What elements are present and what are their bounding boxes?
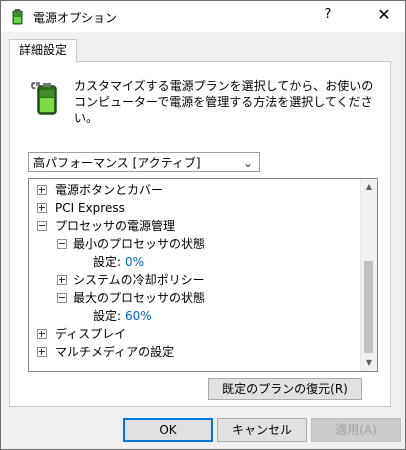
apply-button[interactable]: 適用(A) bbox=[311, 418, 401, 442]
collapse-icon[interactable] bbox=[57, 239, 67, 249]
collapse-icon[interactable] bbox=[37, 221, 47, 231]
restore-defaults-button[interactable]: 既定のプランの復元(R) bbox=[208, 378, 362, 400]
collapse-icon[interactable] bbox=[57, 293, 67, 303]
window-title: 電源オプション bbox=[33, 11, 118, 25]
power-plan-select[interactable]: 高パフォーマンス [アクティブ] ⌄ bbox=[28, 152, 260, 172]
setting-label: 設定: bbox=[93, 255, 122, 269]
instructions-text: カスタマイズする電源プランを選択してから、お使いのコンピューターで電源を管理する… bbox=[74, 79, 374, 125]
tree-item-label: 最大のプロセッサの状態 bbox=[73, 291, 206, 305]
tree-item-label: PCI Express bbox=[55, 201, 125, 215]
expand-icon[interactable] bbox=[37, 203, 47, 213]
expand-icon[interactable] bbox=[37, 347, 47, 357]
expand-icon[interactable] bbox=[57, 275, 67, 285]
tab-advanced-settings[interactable]: 詳細設定 bbox=[9, 39, 77, 62]
close-button[interactable]: ✕ bbox=[373, 5, 395, 27]
settings-panel: カスタマイズする電源プランを選択してから、お使いのコンピューターで電源を管理する… bbox=[9, 61, 391, 407]
settings-tree[interactable]: 電源ボタンとカバー PCI Express プロセッサの電源管理 最小のプロセッ… bbox=[28, 178, 378, 372]
tree-item-label: 最小のプロセッサの状態 bbox=[73, 237, 206, 251]
ok-button[interactable]: OK bbox=[123, 418, 213, 442]
scroll-up-icon[interactable]: ▲ bbox=[361, 179, 377, 195]
help-button[interactable]: ? bbox=[319, 7, 337, 25]
expand-icon[interactable] bbox=[37, 329, 47, 339]
battery-plug-icon bbox=[31, 82, 57, 115]
setting-label: 設定: bbox=[93, 309, 122, 323]
cancel-button[interactable]: キャンセル bbox=[217, 418, 307, 442]
max-state-value[interactable]: 60% bbox=[125, 307, 152, 325]
power-plan-value: 高パフォーマンス [アクティブ] bbox=[33, 156, 201, 170]
min-state-value[interactable]: 0% bbox=[125, 253, 144, 271]
scroll-down-icon[interactable]: ▼ bbox=[361, 355, 377, 371]
expand-icon[interactable] bbox=[37, 185, 47, 195]
power-options-window: 電源オプション ? ✕ 詳細設定 カスタマイズする電源プランを選択してから、お使… bbox=[0, 0, 406, 450]
chevron-down-icon: ⌄ bbox=[242, 156, 253, 170]
scrollbar-thumb[interactable] bbox=[364, 261, 373, 353]
tree-item-label: システムの冷却ポリシー bbox=[73, 273, 205, 287]
tree-item-label: ディスプレイ bbox=[55, 327, 127, 341]
tree-item-label: 電源ボタンとカバー bbox=[55, 183, 164, 197]
title-bar: 電源オプション ? ✕ bbox=[1, 1, 405, 32]
tree-scrollbar[interactable]: ▲ ▼ bbox=[360, 179, 377, 371]
tree-item-label: プロセッサの電源管理 bbox=[55, 219, 176, 233]
tree-item-label: マルチメディアの設定 bbox=[55, 345, 175, 359]
battery-app-icon bbox=[12, 9, 23, 25]
